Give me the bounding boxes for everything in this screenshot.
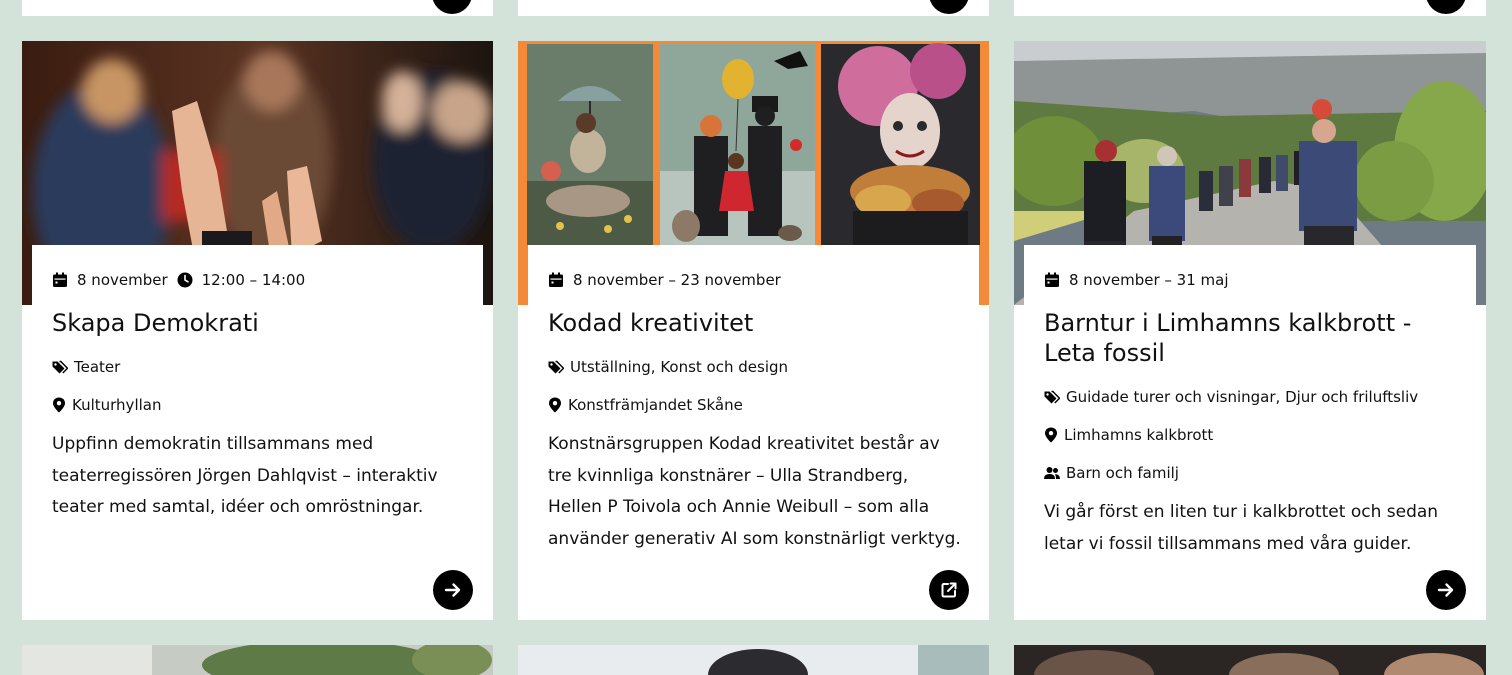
- event-card[interactable]: 8 november 12:00 – 14:00 Skapa Demokrati…: [22, 41, 493, 620]
- event-image: [518, 645, 989, 675]
- event-title[interactable]: Skapa Demokrati: [52, 308, 463, 338]
- location-pin-icon: [1045, 427, 1057, 443]
- arrow-right-icon: [1437, 583, 1454, 597]
- event-category: Utställning, Konst och design: [548, 357, 788, 377]
- tag-icon: [52, 360, 68, 373]
- arrow-right-icon[interactable]: [1426, 0, 1466, 14]
- event-category: Guidade turer och visningar, Djur och fr…: [1044, 387, 1418, 407]
- arrow-right-icon: [444, 583, 461, 597]
- event-audience: Barn och familj: [1044, 463, 1179, 483]
- event-location: Konstfrämjandet Skåne: [548, 395, 743, 415]
- open-external-link-button[interactable]: [929, 570, 969, 610]
- event-location: Kulturhyllan: [52, 395, 161, 415]
- event-image: [1014, 645, 1486, 675]
- arrow-right-icon[interactable]: [929, 0, 969, 14]
- event-card[interactable]: 8 november – 31 maj Barntur i Limhamns k…: [1014, 41, 1486, 620]
- event-card-next-row[interactable]: [1014, 645, 1486, 675]
- event-description: Vi går först en liten tur i kalkbrottet …: [1044, 502, 1439, 554]
- event-title[interactable]: Barntur i Limhamns kalkbrott - Leta foss…: [1044, 308, 1456, 368]
- clock-icon: [177, 272, 193, 288]
- open-event-button[interactable]: [433, 570, 473, 610]
- external-link-icon: [941, 582, 957, 598]
- event-card-next-row[interactable]: [22, 645, 493, 675]
- event-time: 12:00 – 14:00: [201, 271, 306, 289]
- arrow-right-icon[interactable]: [432, 0, 472, 14]
- event-card-previous-row: [518, 0, 989, 16]
- location-pin-icon: [53, 397, 65, 413]
- event-date: 8 november – 23 november: [573, 271, 781, 289]
- event-card-previous-row: [1014, 0, 1486, 16]
- location-pin-icon: [549, 397, 561, 413]
- event-card-next-row[interactable]: [518, 645, 989, 675]
- people-icon: [1044, 467, 1060, 479]
- event-card-previous-row: [22, 0, 493, 16]
- event-meta: 8 november – 23 november: [528, 245, 979, 305]
- calendar-icon: [53, 272, 67, 287]
- event-title[interactable]: Kodad kreativitet: [548, 308, 959, 338]
- event-location: Limhamns kalkbrott: [1044, 425, 1213, 445]
- event-date: 8 november – 31 maj: [1069, 271, 1229, 289]
- calendar-icon: [1045, 272, 1059, 287]
- event-description: Uppfinn demokratin tillsammans med teate…: [52, 434, 438, 517]
- event-category: Teater: [52, 357, 120, 377]
- event-date: 8 november: [77, 271, 168, 289]
- event-meta: 8 november – 31 maj: [1024, 245, 1476, 305]
- open-event-button[interactable]: [1426, 570, 1466, 610]
- event-card[interactable]: 8 november – 23 november Kodad kreativit…: [518, 41, 989, 620]
- event-meta: 8 november 12:00 – 14:00: [32, 245, 483, 305]
- event-image: [22, 645, 493, 675]
- tag-icon: [548, 360, 564, 373]
- calendar-icon: [549, 272, 563, 287]
- event-description: Konstnärsgruppen Kodad kreativitet bestå…: [548, 434, 961, 549]
- tag-icon: [1044, 390, 1060, 403]
